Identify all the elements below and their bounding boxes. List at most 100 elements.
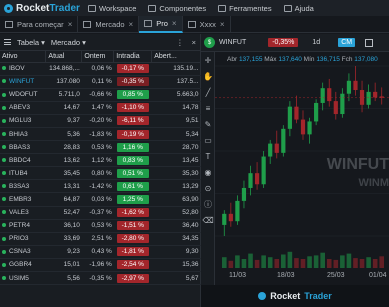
table-row[interactable]: MGLU3 9,37 -0,20 % -6,11 % 9,51 xyxy=(0,114,201,128)
table-row[interactable]: CSNA3 9,23 0,43 % -1,81 % 9,30 xyxy=(0,245,201,259)
table-row[interactable]: PRIO3 33,69 2,51 % -2,80 % 34,35 xyxy=(0,232,201,246)
candle-body xyxy=(327,88,332,102)
cell-intradia: -0,19 % xyxy=(113,127,152,142)
close-panel-icon[interactable]: × xyxy=(192,38,196,47)
shape-icon[interactable]: ▭ xyxy=(201,132,215,148)
table-row[interactable]: USIM5 5,56 -0,35 % -2,97 % 5,67 xyxy=(0,271,201,286)
maximize-icon[interactable] xyxy=(365,38,374,47)
brand-trader: Trader xyxy=(49,2,80,14)
cell-ativo: B3SA3 xyxy=(0,179,46,194)
status-dot-icon xyxy=(2,118,6,123)
footer-brand-trader: Trader xyxy=(304,291,332,301)
tab-pro[interactable]: Pro × xyxy=(139,16,183,33)
candle-body xyxy=(235,200,240,222)
workspace-tabs: Para começar × Mercado × Pro × Xxxx × xyxy=(0,16,389,33)
cell-atual: 137.080 xyxy=(45,75,82,89)
volume-bar xyxy=(221,257,227,268)
table-row[interactable]: ABEV3 14,67 1,47 % -1,10 % 14,78 xyxy=(0,101,201,115)
table-row[interactable]: BBAS3 28,83 0,53 % 1,16 % 28,70 xyxy=(0,140,201,155)
column-header-atual[interactable]: Atual xyxy=(45,51,83,63)
cell-ativo: VALE3 xyxy=(0,206,46,220)
table-row[interactable]: ITUB4 35,45 0,80 % 0,51 % 35,30 xyxy=(0,166,201,181)
settings-icon[interactable]: ⋮ xyxy=(176,38,184,47)
volume-bar xyxy=(372,259,378,268)
column-header-intradia[interactable]: Intradia xyxy=(113,51,153,63)
market-select[interactable]: Mercado ▾ xyxy=(51,38,86,47)
cell-ativo: BHIA3 xyxy=(0,127,46,142)
hand-icon[interactable]: ✋ xyxy=(201,68,215,84)
crosshair-icon[interactable]: ✛ xyxy=(201,52,215,68)
candle-body xyxy=(274,143,279,153)
close-icon[interactable]: × xyxy=(172,19,177,28)
column-header-abertura[interactable]: Abert... xyxy=(151,51,201,63)
view-select[interactable]: Tabela ▾ xyxy=(17,38,45,47)
chart-symbol[interactable]: WINFUT xyxy=(219,39,246,46)
volume-bar xyxy=(353,258,358,268)
table-row[interactable]: GGBR4 15,01 -1,96 % -2,54 % 15,36 xyxy=(0,258,201,273)
tab-xxxx[interactable]: Xxxx × xyxy=(183,16,231,33)
tab-mercado[interactable]: Mercado × xyxy=(78,16,140,33)
table-row[interactable]: BHIA3 5,36 -1,83 % -0,19 % 5,34 xyxy=(0,127,201,142)
cell-abertura: 63,90 xyxy=(151,192,201,207)
text-tool-icon[interactable]: T xyxy=(201,148,215,164)
menu-ferramentes[interactable]: Ferramentes xyxy=(218,4,272,13)
timeframe-select[interactable]: 1d xyxy=(312,39,320,46)
pen-icon[interactable]: ✎ xyxy=(201,116,215,132)
table-panel-header: Tabela ▾ Mercado ▾ ⋮ × xyxy=(0,34,200,51)
cell-intradia: 0,51 % xyxy=(113,166,152,181)
table-row[interactable]: B3SA3 13,31 -1,42 % 0,61 % 13,29 xyxy=(0,179,201,194)
symbol-logo-icon: $ xyxy=(204,37,215,48)
fibonacci-icon[interactable]: ≡ xyxy=(201,100,215,116)
candle-body xyxy=(340,93,345,115)
cell-ativo: GGBR4 xyxy=(0,258,46,273)
cell-ontem: 0,53 % xyxy=(81,140,114,155)
table-row[interactable]: PETR4 36,10 0,53 % -1,51 % 36,40 xyxy=(0,219,201,233)
tab-para-comecar[interactable]: Para começar × xyxy=(0,16,79,33)
trash-icon[interactable]: ⌫ xyxy=(201,212,215,228)
table-row[interactable]: BBDC4 13,62 1,12 % 0,83 % 13,45 xyxy=(0,153,201,168)
cell-ontem: 0,53 % xyxy=(81,219,114,233)
cell-ontem: 0,43 % xyxy=(81,245,114,259)
menu-workspace[interactable]: Workspace xyxy=(88,4,136,13)
column-header-ontem[interactable]: Ontem xyxy=(81,51,115,63)
cell-ontem: 0,80 % xyxy=(81,166,114,181)
cell-abertura: 5,34 xyxy=(151,127,201,142)
candle-body xyxy=(281,128,286,153)
column-header-ativo[interactable]: Ativo xyxy=(0,51,47,63)
cell-atual: 35,45 xyxy=(45,166,82,181)
components-icon xyxy=(148,4,157,12)
chart-watermark: WINFUT xyxy=(326,156,389,173)
table-row[interactable]: WDOFUT 5.711,0 -0,66 % 0,85 % 5.663,0 xyxy=(0,88,201,102)
cell-atual: 64,87 xyxy=(45,192,82,207)
status-dot-icon xyxy=(2,144,6,149)
volume-bar xyxy=(379,256,385,268)
cell-ativo: MGLU3 xyxy=(0,114,46,128)
chart-mode-button[interactable]: CM xyxy=(338,38,356,47)
line-tool-icon[interactable]: ╱ xyxy=(201,84,215,100)
intradia-badge: 0,83 % xyxy=(116,155,149,165)
table-row[interactable]: IBOV 134.868,... 0,06 % -0,17 % 135.19... xyxy=(0,62,201,76)
x-axis-labels: 11/03 18/03 25/03 01/04 xyxy=(215,272,389,282)
lock-icon[interactable]: ⊙ xyxy=(201,180,215,196)
cell-abertura: 28,70 xyxy=(151,140,201,155)
close-icon[interactable]: × xyxy=(220,20,225,29)
candle-body xyxy=(222,213,227,225)
menu-componentes[interactable]: Componentes xyxy=(148,4,206,13)
table-row[interactable]: EMBR3 64,87 0,03 % 1,25 % 63,90 xyxy=(0,192,201,207)
intradia-badge: 0,61 % xyxy=(116,181,149,191)
cell-ontem: -1,83 % xyxy=(81,127,114,142)
volume-bar xyxy=(267,257,273,268)
close-icon[interactable]: × xyxy=(68,20,73,29)
quotes-table: Ativo Atual Ontem Intradia Abert... IBOV… xyxy=(0,51,201,286)
cell-ativo: CSNA3 xyxy=(0,245,46,259)
eye-icon[interactable]: ◉ xyxy=(201,164,215,180)
cell-ontem: -0,37 % xyxy=(81,206,114,220)
table-row[interactable]: VALE3 52,47 -0,37 % -1,62 % 52,80 xyxy=(0,206,201,220)
cell-ativo: USIM5 xyxy=(0,271,46,286)
table-row[interactable]: WINFUT 137.080 0,11 % -0,35 % 137.5... xyxy=(0,75,201,89)
hamburger-icon[interactable] xyxy=(4,39,11,45)
intradia-badge: -1,51 % xyxy=(116,221,149,231)
menu-ajuda[interactable]: Ajuda xyxy=(283,4,314,13)
close-icon[interactable]: × xyxy=(129,20,134,29)
info-icon[interactable]: ⓘ xyxy=(201,196,215,212)
